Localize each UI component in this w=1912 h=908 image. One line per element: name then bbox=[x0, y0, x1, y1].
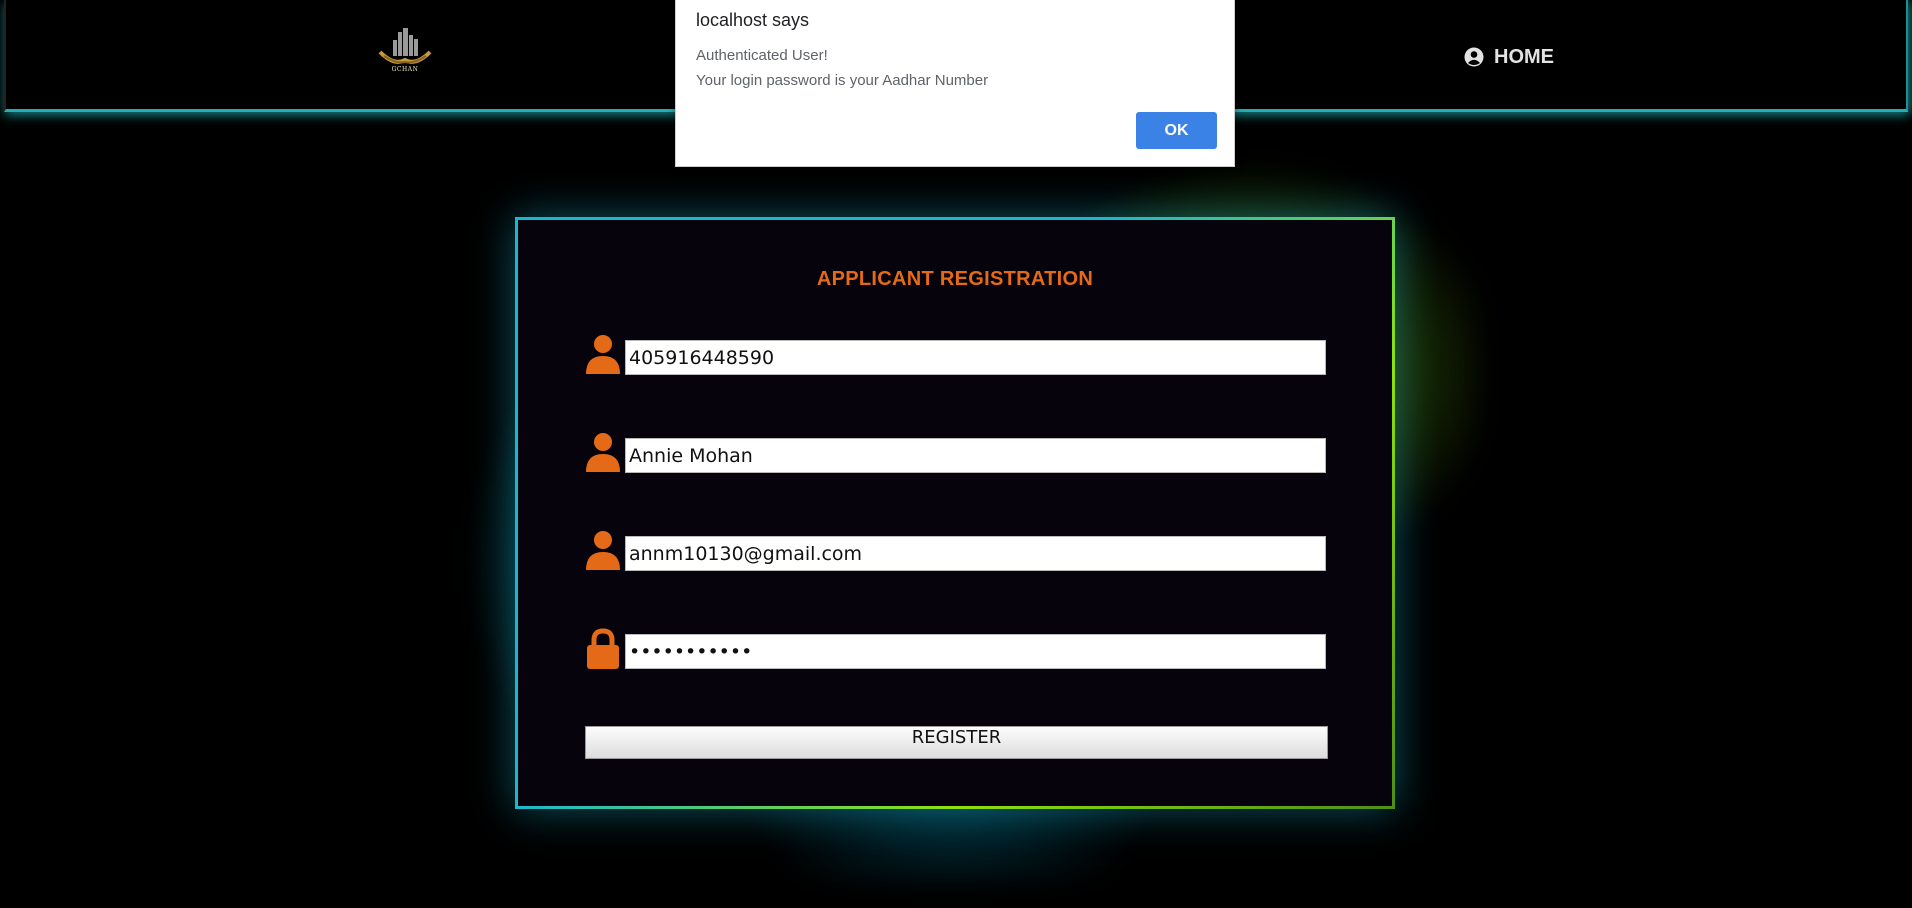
ok-button[interactable]: OK bbox=[1136, 112, 1217, 149]
dialog-title: localhost says bbox=[696, 10, 810, 30]
email-input[interactable] bbox=[625, 536, 1326, 571]
user-icon bbox=[586, 433, 620, 472]
user-circle-icon bbox=[1464, 47, 1484, 67]
home-link[interactable]: HOME bbox=[1464, 44, 1554, 70]
aadhar-input[interactable] bbox=[625, 340, 1326, 375]
name-input[interactable] bbox=[625, 438, 1326, 473]
site-logo[interactable]: GCHAN bbox=[376, 26, 434, 76]
user-icon bbox=[586, 335, 620, 374]
user-icon bbox=[586, 531, 620, 570]
lock-icon bbox=[587, 628, 619, 669]
form-title: APPLICANT REGISTRATION bbox=[816, 268, 1094, 290]
buildings-logo-icon bbox=[378, 28, 432, 64]
home-label: HOME bbox=[1494, 45, 1554, 68]
dialog-message-line2: Your login password is your Aadhar Numbe… bbox=[696, 72, 989, 89]
page: GCHAN HOME APPLICANT REGISTRATION 405916… bbox=[0, 0, 1912, 908]
logo-text: GCHAN bbox=[391, 66, 419, 73]
registration-card: APPLICANT REGISTRATION 405916448590 Anni… bbox=[515, 217, 1395, 809]
register-button[interactable]: REGISTER bbox=[585, 726, 1328, 759]
password-input[interactable] bbox=[625, 634, 1326, 669]
alert-dialog: localhost says Authenticated User! Your … bbox=[675, 0, 1235, 167]
dialog-message-line1: Authenticated User! bbox=[696, 47, 828, 64]
